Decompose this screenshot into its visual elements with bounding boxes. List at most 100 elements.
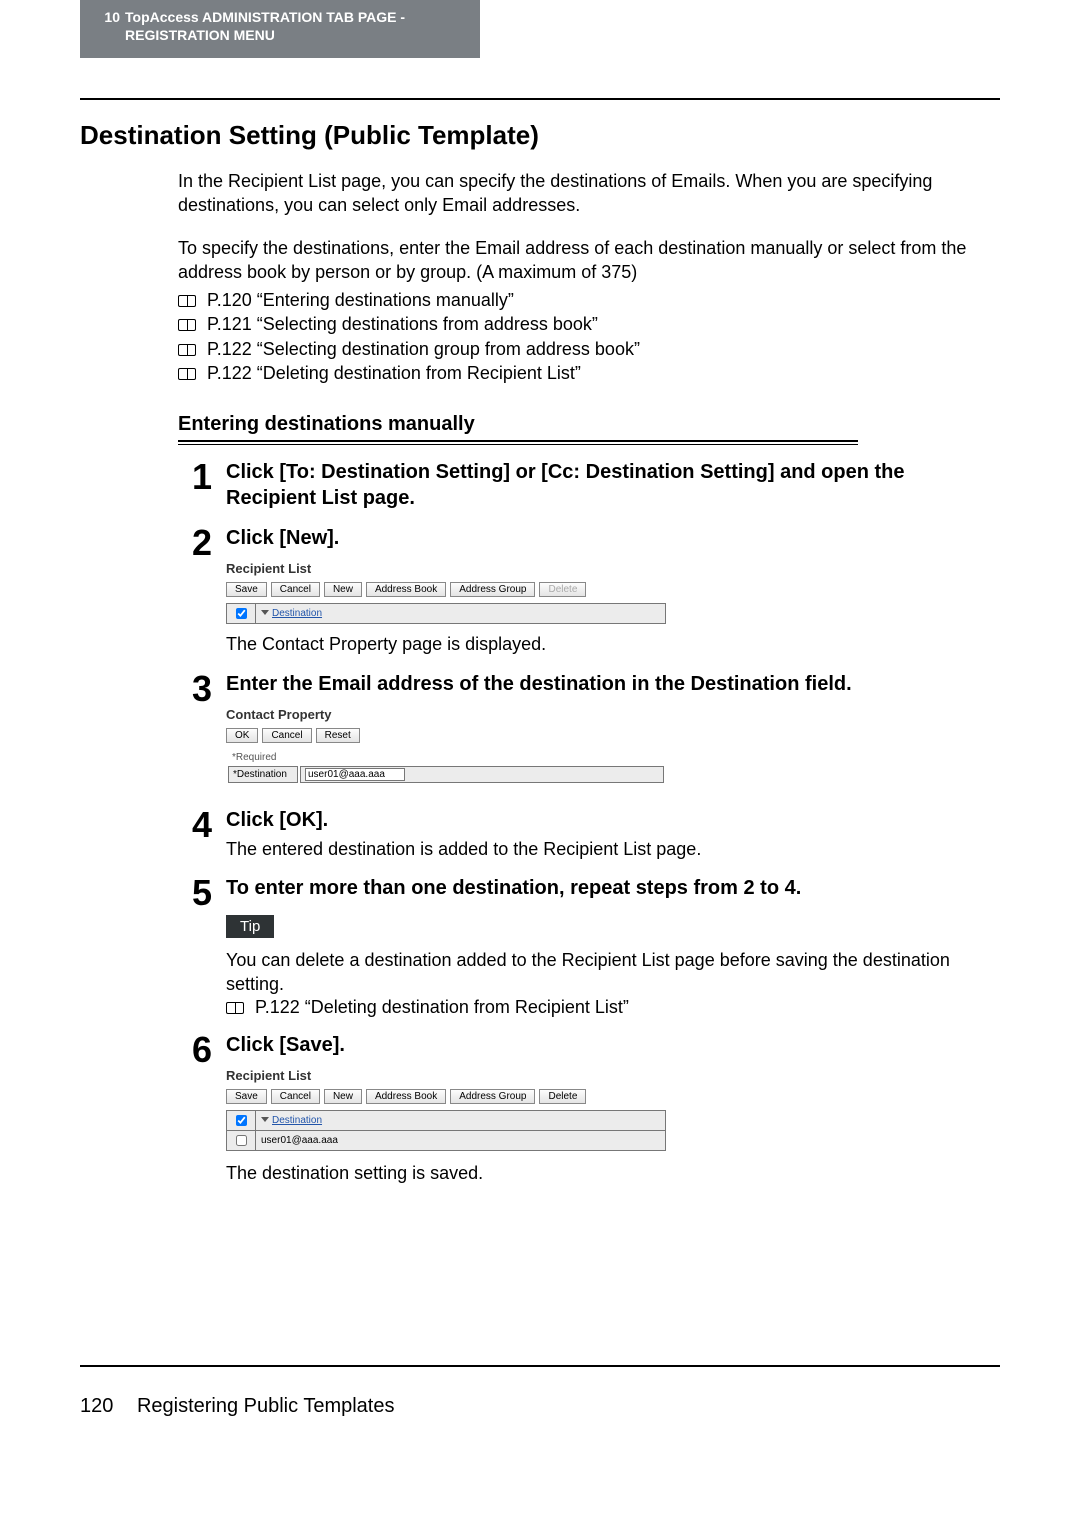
reference-line-4: P.122 “Deleting destination from Recipie… [178, 361, 1000, 385]
step-number: 2 [176, 525, 226, 656]
delete-button[interactable]: Delete [539, 582, 586, 597]
book-icon [178, 295, 196, 307]
select-all-checkbox[interactable] [236, 608, 247, 619]
tip-body: You can delete a destination added to th… [226, 948, 1000, 997]
step-title: Enter the Email address of the destinati… [226, 671, 1000, 697]
page-number: 120 [80, 1395, 113, 1417]
contact-property-ui: Contact Property OK Cancel Reset *Requir… [226, 707, 1000, 785]
destination-column-header[interactable]: Destination [256, 604, 666, 624]
destination-input[interactable] [305, 768, 405, 781]
chapter-title-line2: REGISTRATION MENU [125, 27, 275, 43]
new-button[interactable]: New [324, 1089, 362, 1104]
tip-reference: P.122 “Deleting destination from Recipie… [226, 997, 1000, 1018]
table-row: user01@aaa.aaa [227, 1130, 666, 1150]
recipient-list-table: Destination user01@aaa.aaa [226, 1110, 666, 1151]
select-all-cell[interactable] [227, 1110, 256, 1130]
destination-header-link[interactable]: Destination [272, 608, 322, 619]
save-button[interactable]: Save [226, 1089, 267, 1104]
chapter-number: 10 [94, 6, 120, 26]
step-number: 3 [176, 671, 226, 793]
intro-paragraph-2: To specify the destinations, enter the E… [178, 236, 1000, 285]
reference-line-1: P.120 “Entering destinations manually” [178, 288, 1000, 312]
tip-badge: Tip [226, 915, 274, 938]
sort-arrow-icon [261, 610, 269, 615]
table-header-row: Destination [227, 604, 666, 624]
step-number: 1 [176, 459, 226, 511]
new-button[interactable]: New [324, 582, 362, 597]
table-header-row: Destination [227, 1110, 666, 1130]
step-after-text: The Contact Property page is displayed. [226, 632, 1000, 656]
subheading-rule-top [178, 440, 858, 442]
chapter-title: TopAccess ADMINISTRATION TAB PAGE - REGI… [125, 6, 405, 44]
select-all-checkbox[interactable] [236, 1115, 247, 1126]
step-4: 4 Click [OK]. The entered destination is… [80, 807, 1000, 861]
delete-button[interactable]: Delete [539, 1089, 586, 1104]
destination-input-cell [300, 766, 664, 783]
book-icon [178, 319, 196, 331]
step-text: The entered destination is added to the … [226, 837, 1000, 861]
row-checkbox[interactable] [236, 1135, 247, 1146]
cancel-button[interactable]: Cancel [271, 1089, 320, 1104]
step-number: 5 [176, 875, 226, 1018]
subheading-rule-bottom [178, 444, 858, 445]
step-title: Click [Save]. [226, 1032, 1000, 1058]
address-book-button[interactable]: Address Book [366, 582, 446, 597]
contact-property-table: *Required *Destination [226, 749, 666, 785]
step-6: 6 Click [Save]. Recipient List Save Canc… [80, 1032, 1000, 1185]
book-icon [178, 368, 196, 380]
step-3: 3 Enter the Email address of the destina… [80, 671, 1000, 793]
intro-paragraph-1: In the Recipient List page, you can spec… [178, 169, 1000, 218]
chapter-title-line1: TopAccess ADMINISTRATION TAB PAGE - [125, 9, 405, 25]
recipient-list-toolbar: Save Cancel New Address Book Address Gro… [226, 582, 1000, 597]
content-area: Destination Setting (Public Template) In… [80, 110, 1000, 1185]
address-group-button[interactable]: Address Group [450, 582, 535, 597]
step-5: 5 To enter more than one destination, re… [80, 875, 1000, 1018]
step-title: To enter more than one destination, repe… [226, 875, 1000, 901]
book-icon [226, 1002, 244, 1014]
required-label: *Required [228, 751, 664, 764]
step-after-text: The destination setting is saved. [226, 1161, 1000, 1185]
step-number: 6 [176, 1032, 226, 1185]
destination-label: *Destination [228, 766, 298, 783]
subheading: Entering destinations manually [178, 413, 1000, 436]
step-title: Click [OK]. [226, 807, 1000, 833]
step-title: Click [To: Destination Setting] or [Cc: … [226, 459, 1000, 511]
reset-button[interactable]: Reset [316, 728, 360, 743]
reference-line-3: P.122 “Selecting destination group from … [178, 337, 1000, 361]
step-1: 1 Click [To: Destination Setting] or [Cc… [80, 459, 1000, 511]
sort-arrow-icon [261, 1117, 269, 1122]
recipient-list-toolbar: Save Cancel New Address Book Address Gro… [226, 1089, 1000, 1104]
recipient-list-ui-filled: Recipient List Save Cancel New Address B… [226, 1068, 1000, 1151]
recipient-list-ui-empty: Recipient List Save Cancel New Address B… [226, 561, 1000, 624]
reference-text: P.120 “Entering destinations manually” [207, 290, 514, 310]
cancel-button[interactable]: Cancel [262, 728, 311, 743]
address-group-button[interactable]: Address Group [450, 1089, 535, 1104]
cancel-button[interactable]: Cancel [271, 582, 320, 597]
recipient-list-title: Recipient List [226, 561, 1000, 576]
page-footer: 120 Registering Public Templates [80, 1395, 394, 1418]
save-button[interactable]: Save [226, 582, 267, 597]
row-checkbox-cell[interactable] [227, 1130, 256, 1150]
address-book-button[interactable]: Address Book [366, 1089, 446, 1104]
reference-text: P.121 “Selecting destinations from addre… [207, 314, 598, 334]
row-destination-cell: user01@aaa.aaa [256, 1130, 666, 1150]
step-number: 4 [176, 807, 226, 861]
destination-column-header[interactable]: Destination [256, 1110, 666, 1130]
destination-row: *Destination [228, 766, 664, 783]
book-icon [178, 344, 196, 356]
top-rule [80, 98, 1000, 100]
step-2: 2 Click [New]. Recipient List Save Cance… [80, 525, 1000, 656]
bottom-rule [80, 1365, 1000, 1367]
tip-reference-text: P.122 “Deleting destination from Recipie… [255, 997, 629, 1017]
ok-button[interactable]: OK [226, 728, 258, 743]
select-all-cell[interactable] [227, 604, 256, 624]
destination-header-link[interactable]: Destination [272, 1115, 322, 1126]
contact-property-title: Contact Property [226, 707, 1000, 722]
reference-text: P.122 “Selecting destination group from … [207, 339, 640, 359]
running-title: Registering Public Templates [137, 1395, 395, 1417]
required-row: *Required [228, 751, 664, 764]
chapter-header-tab: 10 TopAccess ADMINISTRATION TAB PAGE - R… [80, 0, 480, 58]
contact-property-toolbar: OK Cancel Reset [226, 728, 1000, 743]
section-title: Destination Setting (Public Template) [80, 120, 1000, 151]
reference-text: P.122 “Deleting destination from Recipie… [207, 363, 581, 383]
